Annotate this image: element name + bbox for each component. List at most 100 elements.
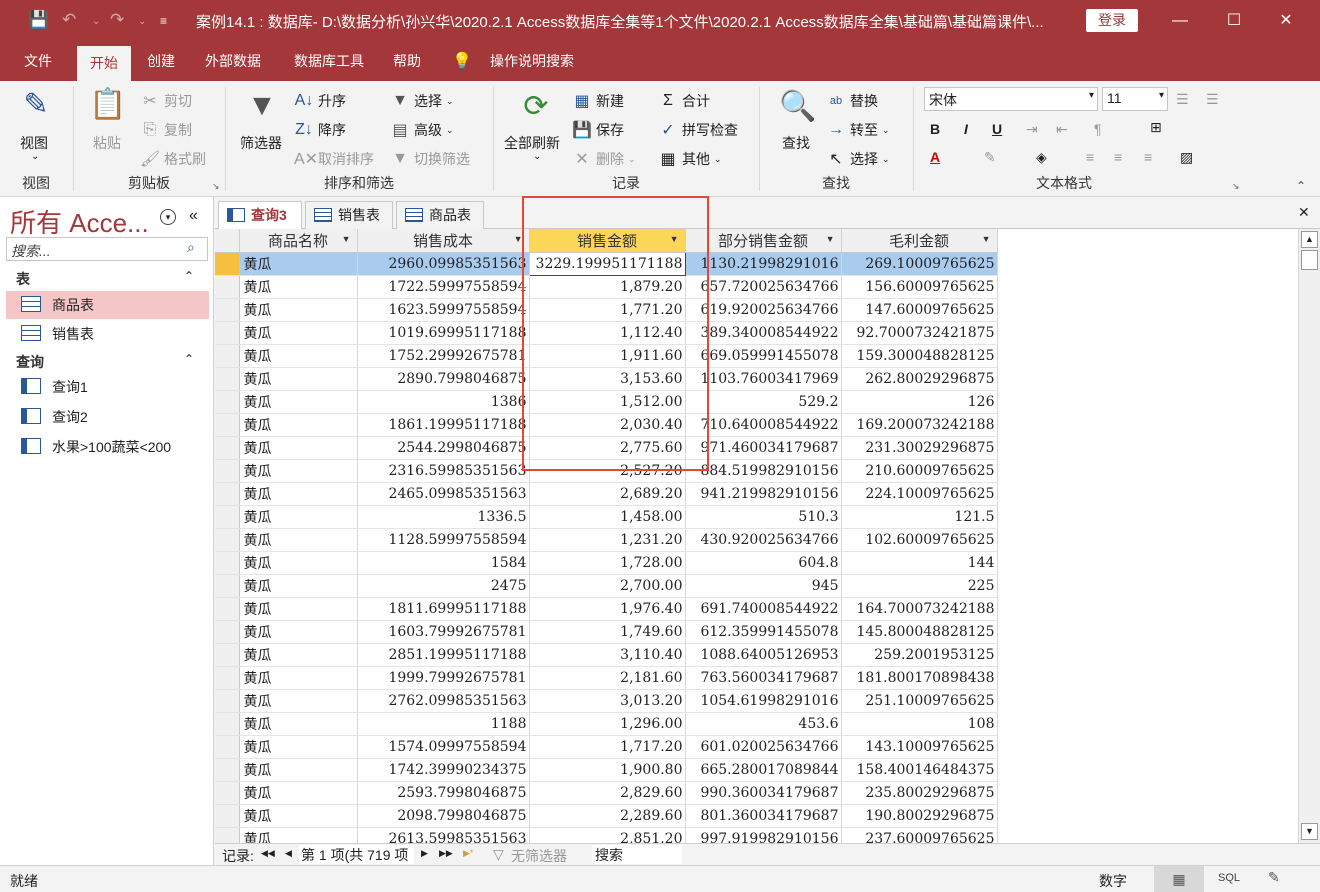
table-cell[interactable]: 108 [841,712,998,736]
filter-status[interactable]: 无筛选器 [511,846,567,866]
table-row[interactable]: 黄瓜 1623.59997558594 1,771.20 619.9200256347… [215,298,1297,322]
table-cell[interactable]: 143.10009765625 [841,735,998,759]
nav-search-input[interactable]: 搜索... ⌕ [6,237,208,261]
record-selector[interactable] [215,827,240,843]
table-row[interactable]: 黄瓜 2593.7998046875 2,829.60 990.36003417968… [215,781,1297,805]
table-cell[interactable]: 269.10009765625 [841,252,998,276]
table-row[interactable]: 黄瓜 1861.19995117188 2,030.40 710.6400085449… [215,413,1297,437]
spelling-button[interactable]: ✓ 拼写检查 [658,120,738,140]
table-cell[interactable]: 102.60009765625 [841,528,998,552]
table-cell[interactable]: 1,296.00 [529,712,686,736]
record-selector[interactable] [215,735,240,759]
find-button[interactable]: 查找 [782,133,810,153]
table-cell[interactable]: 164.700073242188 [841,597,998,621]
record-selector[interactable] [215,275,240,299]
cut-button[interactable]: ✂ 剪切 [140,91,192,111]
nav-section-tables[interactable]: 表 [16,269,30,289]
italic-button[interactable]: I [964,121,968,137]
table-row[interactable]: 黄瓜 2960.09985351563 3229.199951171188 1130.… [215,251,1297,276]
table-cell[interactable]: 黄瓜 [239,781,358,805]
replace-button[interactable]: ab 替换 [826,91,878,111]
doc-tab-table[interactable]: 销售表 [305,201,393,229]
record-selector[interactable] [215,551,240,575]
dialog-launcher-icon[interactable]: ↘ [1232,181,1240,192]
table-cell[interactable]: 604.8 [685,551,842,575]
table-cell[interactable]: 997.919982910156 [685,827,842,843]
table-cell[interactable]: 945 [685,574,842,598]
table-row[interactable]: 黄瓜 1128.59997558594 1,231.20 430.9200256347… [215,528,1297,552]
table-cell[interactable]: 941.219982910156 [685,482,842,506]
table-cell[interactable]: 225 [841,574,998,598]
table-cell[interactable]: 1188 [357,712,530,736]
table-cell[interactable]: 2316.59985351563 [357,459,530,483]
table-cell[interactable]: 2465.09985351563 [357,482,530,506]
table-cell[interactable]: 159.300048828125 [841,344,998,368]
table-row[interactable]: 黄瓜 2890.7998046875 3,153.60 1103.7600341796… [215,367,1297,391]
record-selector[interactable] [215,390,240,414]
record-selector[interactable] [215,482,240,506]
table-cell[interactable]: 2851.19995117188 [357,643,530,667]
table-cell[interactable]: 510.3 [685,505,842,529]
design-view-icon[interactable]: ✎ [1268,869,1280,886]
nav-item-query[interactable]: 查询2 [6,403,209,431]
chevron-down-icon[interactable]: ▼ [982,234,991,244]
undo-icon[interactable]: ↶ [62,10,76,30]
table-cell[interactable]: 237.60009765625 [841,827,998,843]
table-cell[interactable]: 黄瓜 [239,413,358,437]
table-cell[interactable]: 144 [841,551,998,575]
table-cell[interactable]: 1,900.80 [529,758,686,782]
alternate-row-color-icon[interactable]: ▨ [1180,149,1193,166]
table-cell[interactable]: 235.80029296875 [841,781,998,805]
tab-database-tools[interactable]: 数据库工具 [282,42,376,81]
record-search-input[interactable]: 搜索 [592,845,682,864]
table-cell[interactable]: 1811.69995117188 [357,597,530,621]
paste-button[interactable]: 粘贴 [93,133,121,153]
close-document-icon[interactable]: ✕ [1298,204,1310,221]
table-cell[interactable]: 1752.29992675781 [357,344,530,368]
copy-button[interactable]: ⎘ 复制 [140,120,192,140]
last-record-button[interactable]: ▶▶ [439,848,453,859]
table-row[interactable]: 黄瓜 2098.7998046875 2,289.60 801.36003417968… [215,804,1297,828]
table-cell[interactable]: 1722.59997558594 [357,275,530,299]
nav-item-table[interactable]: 商品表 [6,291,209,319]
table-cell[interactable]: 黄瓜 [239,620,358,644]
table-cell[interactable]: 2960.09985351563 [357,252,530,276]
record-selector[interactable] [215,620,240,644]
toggle-filter-button[interactable]: ▼ 切换筛选 [390,149,470,169]
record-selector[interactable] [215,758,240,782]
select-button[interactable]: ↖ 选择 ⌄ [826,149,889,169]
table-cell[interactable]: 黄瓜 [239,252,358,276]
redo-icon[interactable]: ↷ [110,10,124,30]
collapse-ribbon-icon[interactable]: ⌃ [1296,179,1306,193]
chevron-down-icon[interactable]: ▼ [826,234,835,244]
table-cell[interactable]: 224.10009765625 [841,482,998,506]
table-cell[interactable]: 黄瓜 [239,321,358,345]
refresh-all-button[interactable]: 全部刷新 [504,133,560,153]
close-button[interactable]: ✕ [1266,8,1306,34]
table-cell[interactable]: 黄瓜 [239,367,358,391]
bold-button[interactable]: B [930,121,940,137]
table-cell[interactable]: 251.10009765625 [841,689,998,713]
table-cell[interactable]: 2,700.00 [529,574,686,598]
table-cell[interactable]: 1336.5 [357,505,530,529]
font-color-icon[interactable]: A [930,149,940,165]
nav-section-queries[interactable]: 查询 [16,352,44,372]
record-selector[interactable] [215,781,240,805]
table-cell[interactable]: 1054.61998291016 [685,689,842,713]
restore-button[interactable]: ☐ [1214,8,1254,34]
table-cell[interactable]: 1088.64005126953 [685,643,842,667]
table-cell[interactable]: 1386 [357,390,530,414]
column-header[interactable]: 商品名称 ▼ [239,229,358,253]
table-cell[interactable]: 1,231.20 [529,528,686,552]
nav-item-table[interactable]: 销售表 [6,320,209,348]
table-cell[interactable]: 1603.79992675781 [357,620,530,644]
scroll-down-icon[interactable]: ▼ [1301,823,1318,840]
table-cell[interactable]: 2,289.60 [529,804,686,828]
table-cell[interactable]: 2593.7998046875 [357,781,530,805]
table-cell[interactable]: 1,728.00 [529,551,686,575]
table-cell[interactable]: 231.30029296875 [841,436,998,460]
view-button[interactable]: 视图 [20,133,48,153]
table-row[interactable]: 黄瓜 1811.69995117188 1,976.40 691.7400085449… [215,597,1297,621]
table-cell[interactable]: 1,976.40 [529,597,686,621]
dialog-launcher-icon[interactable]: ↘ [212,181,220,192]
